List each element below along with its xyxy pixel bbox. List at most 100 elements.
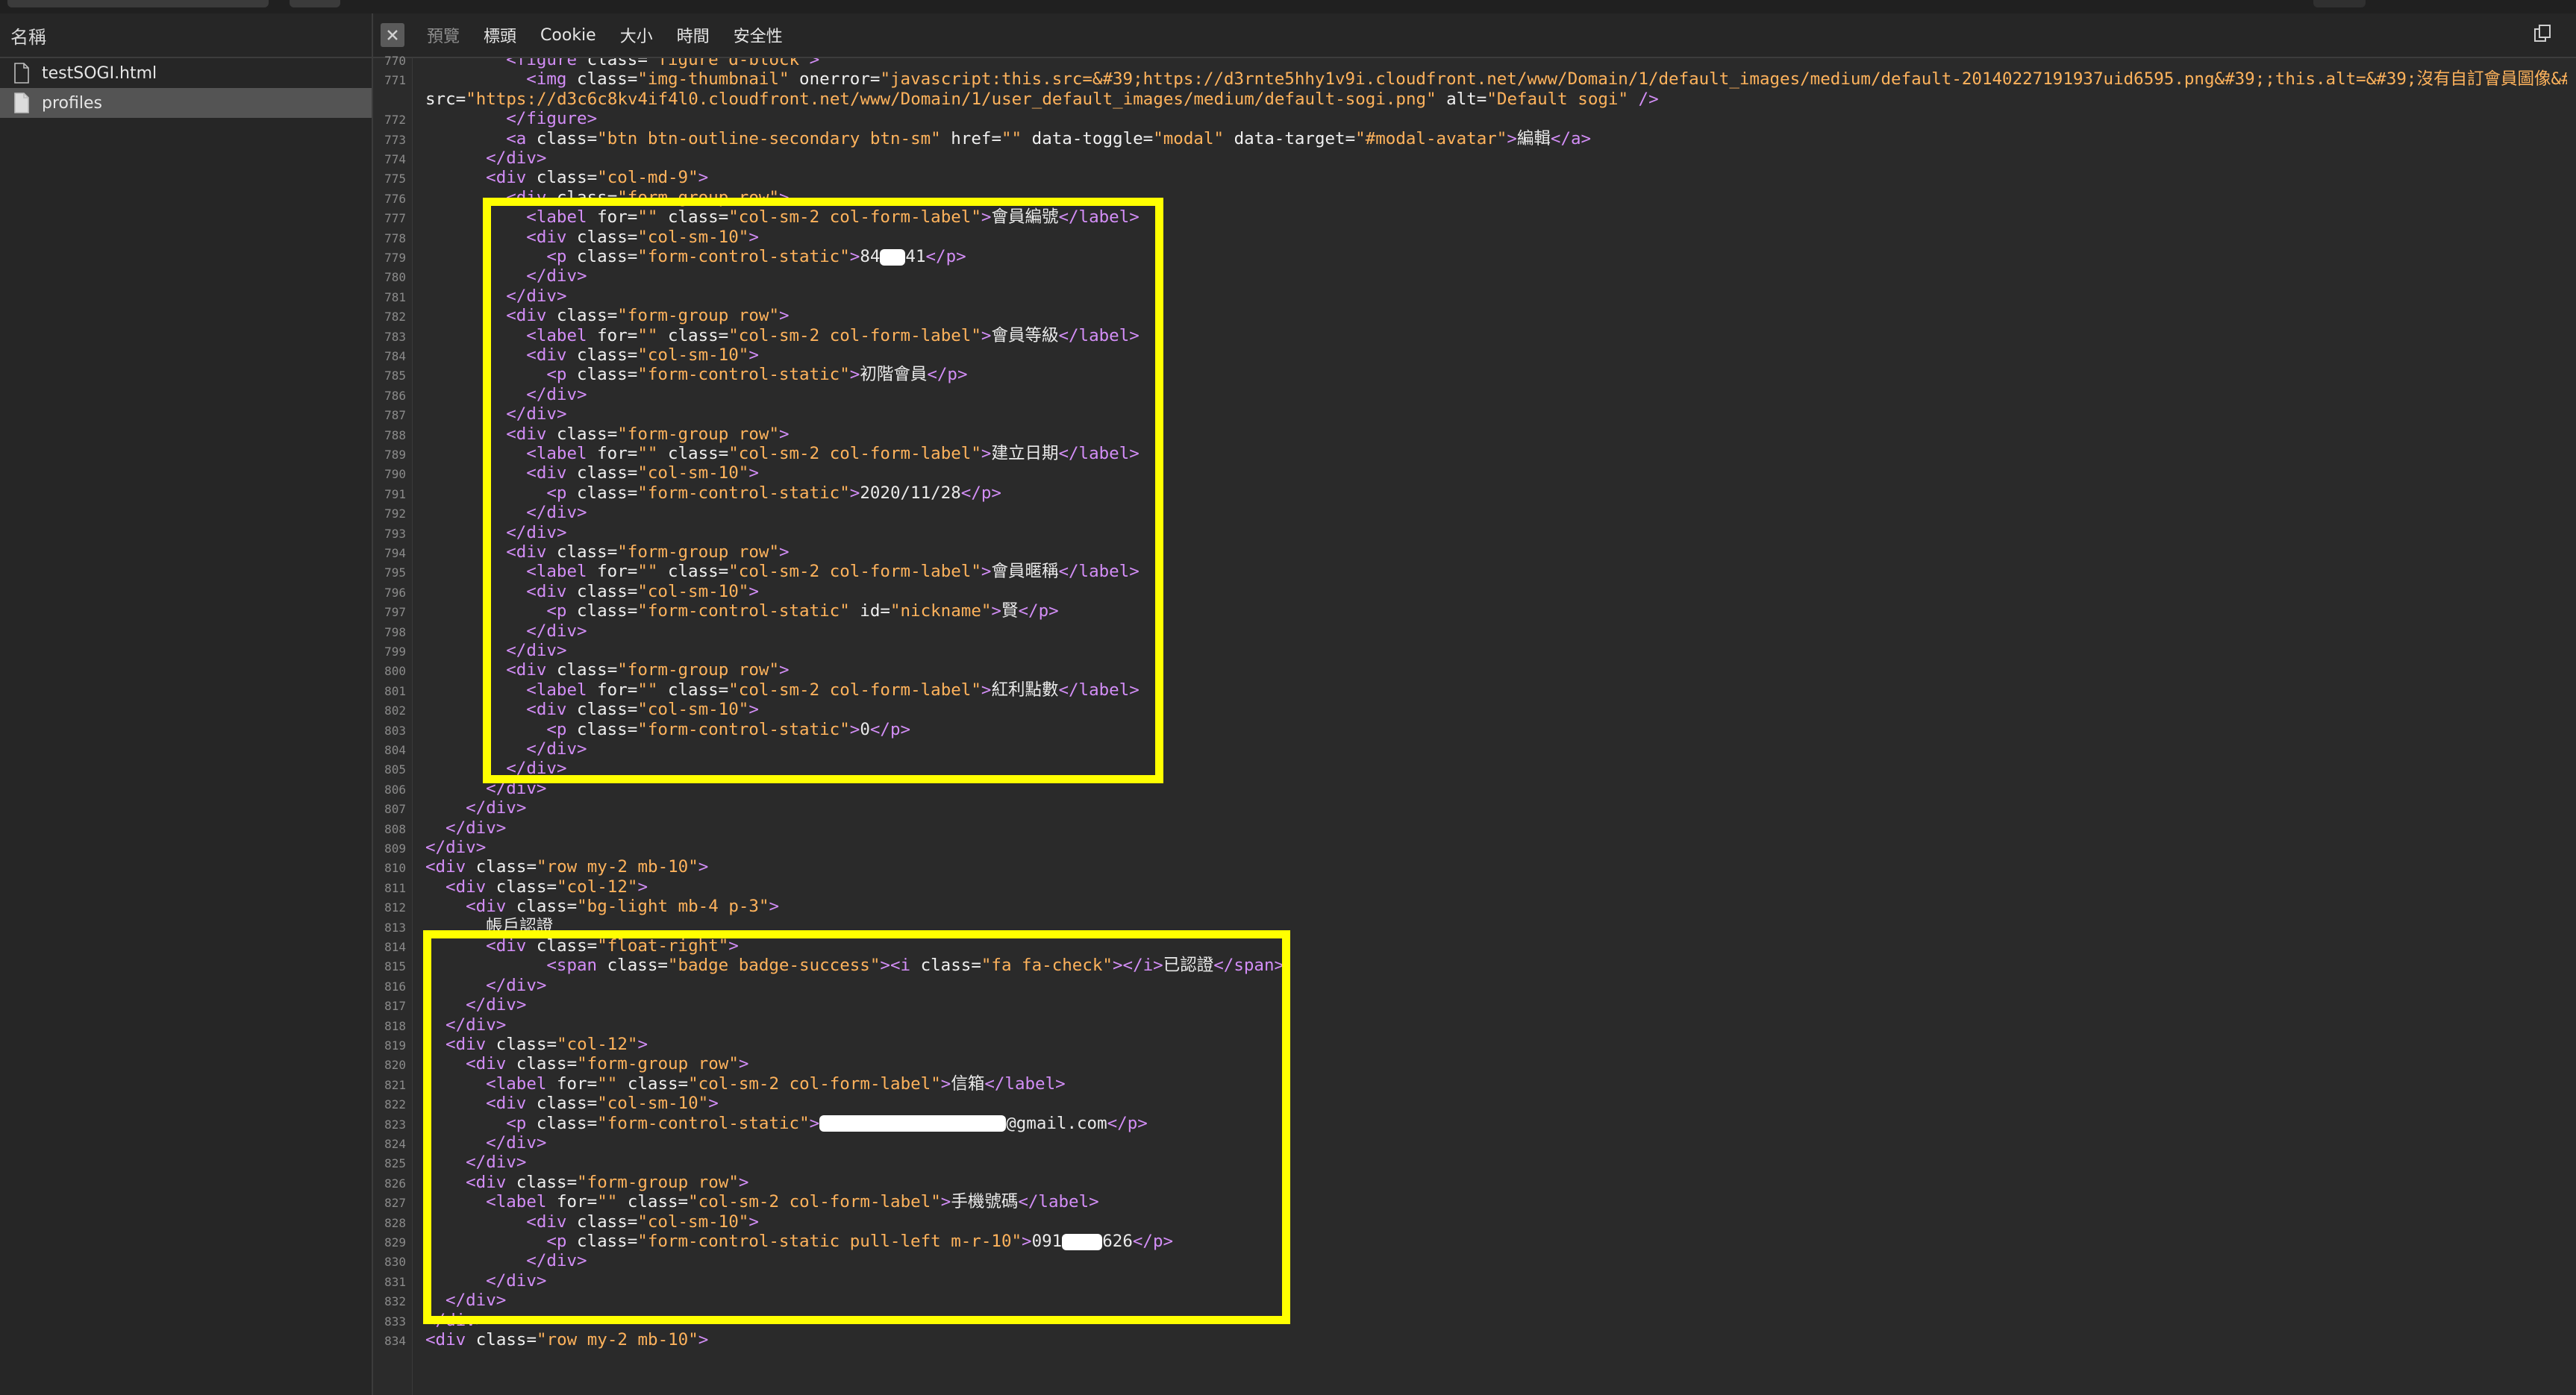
line-number: 781	[384, 289, 406, 304]
document-icon	[13, 93, 30, 113]
tag-token: >	[698, 1330, 709, 1349]
line-number: 801	[384, 683, 406, 698]
tab-item[interactable]: 安全性	[734, 23, 783, 47]
tag-token: >	[1507, 128, 1517, 148]
tag-token: >	[698, 168, 709, 188]
line-number: 821	[384, 1077, 406, 1092]
line-number: 810	[384, 861, 406, 876]
toolbar-remnant[interactable]	[2313, 0, 2366, 7]
line-number: 795	[384, 565, 406, 580]
line-number: 774	[384, 152, 406, 166]
line-number: 802	[384, 703, 406, 718]
attribute-token: class=	[577, 69, 638, 90]
line-number: 770	[384, 54, 406, 68]
line-number: 813	[384, 920, 406, 935]
content-token: 編輯	[1516, 128, 1551, 148]
line-number: 823	[384, 1117, 406, 1132]
attribute-token: src=	[425, 89, 466, 109]
attribute-token: class=	[475, 1330, 537, 1349]
line-number: 828	[384, 1215, 406, 1230]
line-number: 812	[384, 900, 406, 915]
code-line: <div class="bg-light mb-4 p-3">	[466, 897, 779, 916]
tab-item[interactable]: Cookie	[540, 26, 596, 45]
line-number: 817	[384, 999, 406, 1014]
attribute-token: data-target=	[1224, 128, 1356, 148]
tag-token: >	[637, 877, 648, 897]
line-number: 834	[384, 1334, 406, 1348]
line-number: 816	[384, 979, 406, 994]
attribute-token: data-toggle=	[1022, 128, 1154, 148]
line-number: 772	[384, 113, 406, 128]
code-line: <div class="row my-2 mb-10">	[425, 857, 708, 877]
line-number: 783	[384, 329, 406, 344]
line-number: 809	[384, 841, 406, 856]
value-token: "btn btn-outline-secondary btn-sm"	[597, 128, 941, 148]
highlight-box-account-verification	[423, 930, 1290, 1324]
line-number: 808	[384, 821, 406, 836]
line-number: 833	[384, 1314, 406, 1329]
tag-token: >	[698, 857, 709, 877]
line-number: 791	[384, 486, 406, 501]
filter-button-remnant[interactable]	[290, 0, 340, 7]
tag-token: </a>	[1550, 128, 1592, 148]
search-field-remnant[interactable]	[7, 0, 269, 7]
value-token: "col-md-9"	[597, 168, 698, 188]
code-line: </div>	[446, 818, 506, 838]
code-line: <div class="col-12">	[446, 877, 648, 897]
code-line: <figure class="figure d-block">	[506, 58, 819, 69]
tag-token: </div>	[466, 798, 527, 818]
value-token: "col-12"	[557, 877, 638, 897]
line-number: 784	[384, 349, 406, 363]
tab-item[interactable]: 時間	[677, 23, 710, 47]
line-number: 804	[384, 743, 406, 757]
file-name: testSOGI.html	[42, 63, 157, 83]
line-number: 779	[384, 251, 406, 265]
code-line: </div>	[486, 148, 546, 168]
line-number: 787	[384, 408, 406, 423]
file-item[interactable]: testSOGI.html	[0, 58, 372, 88]
code-line: </div>	[425, 838, 486, 857]
tag-token: />	[1628, 89, 1659, 109]
tag-token: <div	[466, 897, 516, 917]
close-details-button[interactable]	[381, 23, 404, 47]
line-number: 792	[384, 507, 406, 521]
line-number: 822	[384, 1097, 406, 1112]
value-token: "https://d3c6c8kv4if4l0.cloudfront.net/w…	[466, 89, 1437, 109]
tab-item[interactable]: 標頭	[484, 23, 516, 47]
code-line: </figure>	[506, 109, 597, 128]
line-number: 793	[384, 526, 406, 541]
value-token: "figure d-block"	[647, 58, 810, 69]
line-number: 794	[384, 546, 406, 560]
window-top-strip	[0, 0, 2576, 14]
tag-token: </div>	[486, 148, 547, 168]
attribute-token: class=	[536, 128, 598, 148]
code-line: <div class="row my-2 mb-10">	[425, 1330, 708, 1349]
line-number: 820	[384, 1058, 406, 1073]
tag-token: <a	[506, 128, 537, 148]
tag-token: </figure>	[506, 109, 598, 129]
line-number: 826	[384, 1176, 406, 1191]
line-number: 807	[384, 802, 406, 817]
line-number: 827	[384, 1196, 406, 1211]
line-number: 815	[384, 959, 406, 974]
line-number: 805	[384, 762, 406, 777]
tab-item[interactable]: 預覽	[427, 23, 460, 47]
document-icon	[13, 63, 30, 84]
code-line: </div>	[466, 798, 526, 818]
line-number: 797	[384, 605, 406, 620]
attribute-token: class=	[587, 58, 648, 69]
line-number: 831	[384, 1274, 406, 1289]
value-token: "img-thumbnail"	[637, 69, 790, 90]
attribute-token: class=	[536, 168, 598, 188]
tab-item[interactable]: 大小	[620, 23, 653, 47]
line-number: 775	[384, 172, 406, 186]
close-icon	[387, 30, 398, 40]
tag-token: <figure	[506, 58, 587, 69]
tag-token: <div	[446, 877, 496, 897]
tag-token: <div	[425, 1330, 476, 1349]
tag-token: <div	[486, 168, 537, 188]
file-item[interactable]: profiles	[0, 88, 372, 118]
code-line: <img class="img-thumbnail" onerror="java…	[526, 69, 2567, 89]
tag-token: >	[769, 897, 780, 917]
copy-icon[interactable]	[2533, 24, 2552, 43]
